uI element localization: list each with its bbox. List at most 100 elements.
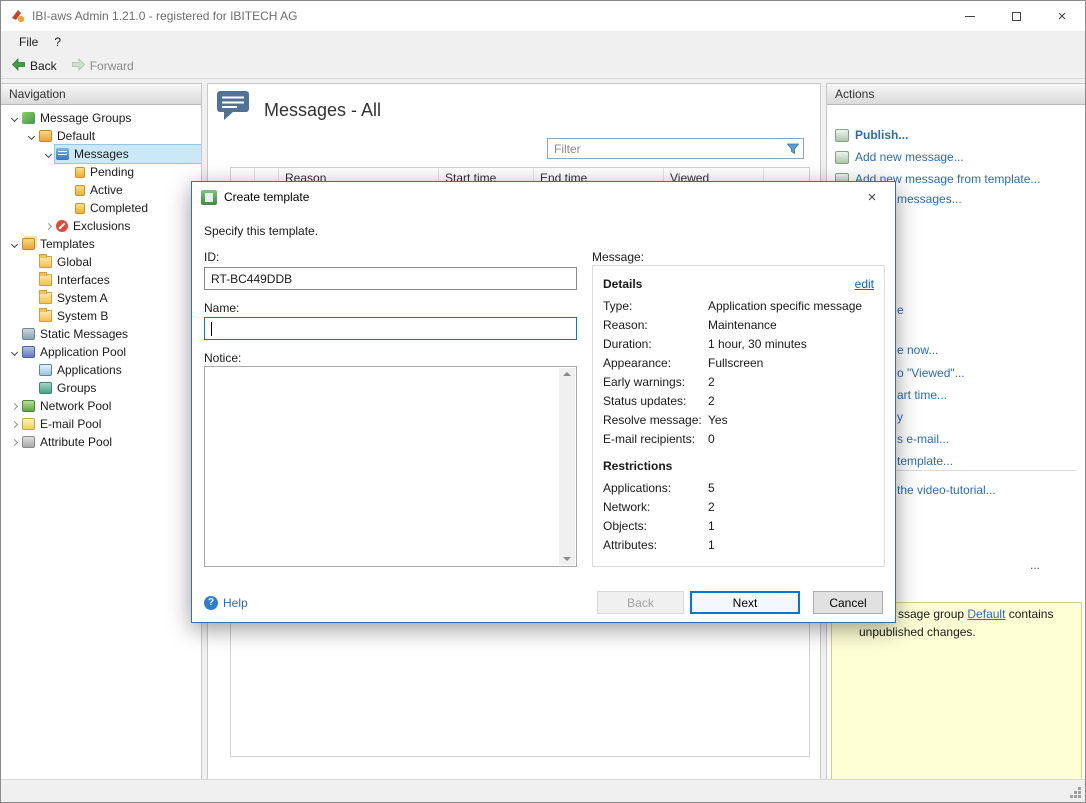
dialog-cancel-button[interactable]: Cancel: [813, 591, 883, 614]
expander-closed-icon[interactable]: [41, 224, 55, 229]
action-fragment-e-now[interactable]: e now...: [897, 343, 938, 357]
id-input[interactable]: RT-BC449DDB: [204, 267, 577, 290]
textarea-scrollbar[interactable]: [559, 368, 575, 565]
folder-icon: [39, 256, 52, 268]
tree-item-groups[interactable]: Groups: [1, 379, 201, 397]
text-caret: [211, 322, 212, 336]
default-group-link[interactable]: Default: [967, 607, 1005, 621]
window-controls: ×: [947, 1, 1085, 31]
menu-help[interactable]: ?: [46, 33, 69, 51]
detail-reason: Reason:Maintenance: [603, 315, 874, 334]
scroll-down-icon[interactable]: [563, 557, 571, 561]
action-fragment-s-e-mail[interactable]: s e-mail...: [897, 432, 949, 446]
expander-closed-icon[interactable]: [7, 404, 21, 409]
tree-item-e-mail-pool[interactable]: E-mail Pool: [1, 415, 201, 433]
tree-item-label: Groups: [57, 381, 96, 395]
dialog-body: Specify this template. ID: RT-BC449DDB N…: [192, 212, 895, 624]
detail-e-mail-recipients: E-mail recipients:0: [603, 429, 874, 448]
action-fragment-blank[interactable]: ...: [1030, 558, 1040, 572]
scroll-up-icon[interactable]: [563, 372, 571, 376]
maximize-button[interactable]: [993, 1, 1039, 31]
expander-closed-icon[interactable]: [7, 440, 21, 445]
dialog-title: Create template: [224, 190, 309, 204]
dialog-footer: Help Back Next Cancel: [204, 591, 883, 614]
tree-item-system-a[interactable]: System A: [1, 289, 201, 307]
action-fragment-the-video-tutorial[interactable]: the video-tutorial...: [897, 483, 996, 497]
action-fragment-messages[interactable]: messages...: [897, 192, 962, 206]
tree-item-network-pool[interactable]: Network Pool: [1, 397, 201, 415]
tree-item-messages[interactable]: Messages: [1, 145, 201, 163]
tree-item-system-b[interactable]: System B: [1, 307, 201, 325]
tree-item-active[interactable]: Active: [1, 181, 201, 199]
help-icon: [204, 596, 218, 610]
expander-closed-icon[interactable]: [7, 422, 21, 427]
action-fragment-y[interactable]: y: [897, 410, 903, 424]
exclusions-icon: [56, 220, 68, 232]
expander-open-icon[interactable]: [7, 242, 21, 247]
tree-item-interfaces[interactable]: Interfaces: [1, 271, 201, 289]
expander-open-icon[interactable]: [7, 350, 21, 355]
notice-textarea[interactable]: [204, 366, 577, 567]
action-add-new-message[interactable]: Add new message...: [835, 150, 964, 164]
tree-item-applications[interactable]: Applications: [1, 361, 201, 379]
detail-appearance: Appearance:Fullscreen: [603, 353, 874, 372]
message-label: Message:: [592, 250, 644, 264]
tree-item-completed[interactable]: Completed: [1, 199, 201, 217]
minimize-button[interactable]: [947, 1, 993, 31]
restriction-objects: Objects:1: [603, 516, 874, 535]
tree-item-application-pool[interactable]: Application Pool: [1, 343, 201, 361]
tree-item-pending[interactable]: Pending: [1, 163, 201, 181]
tree-item-exclusions[interactable]: Exclusions: [1, 217, 201, 235]
dialog-subtitle: Specify this template.: [204, 224, 318, 238]
action-fragment-art-time[interactable]: art time...: [897, 388, 947, 402]
network-pool-icon: [22, 400, 35, 412]
action-fragment-e[interactable]: e: [897, 303, 904, 317]
forward-button[interactable]: Forward: [67, 55, 144, 77]
help-link[interactable]: Help: [204, 596, 248, 610]
status-bar: [1, 779, 1085, 802]
tree-item-label: Global: [57, 255, 92, 269]
tree-item-message-groups[interactable]: Message Groups: [1, 109, 201, 127]
menu-file[interactable]: File: [11, 33, 46, 51]
back-button[interactable]: Back: [7, 55, 67, 77]
close-button[interactable]: ×: [1039, 1, 1085, 31]
menu-bar: File ?: [1, 31, 1085, 53]
window-title: IBI-aws Admin 1.21.0 - registered for IB…: [32, 9, 297, 23]
attribute-pool-icon: [22, 436, 35, 448]
dialog-close-button[interactable]: ×: [849, 182, 895, 212]
restriction-network: Network:2: [603, 497, 874, 516]
filter-input[interactable]: Filter: [547, 138, 804, 159]
template-icon: [201, 190, 217, 205]
resize-grip[interactable]: [1069, 786, 1081, 798]
back-arrow-icon: [11, 57, 26, 75]
tree-item-default[interactable]: Default: [1, 127, 201, 145]
tree-item-label: Applications: [57, 363, 122, 377]
tree-item-templates[interactable]: Templates: [1, 235, 201, 253]
maximize-icon: [1012, 12, 1021, 21]
action-fragment-template[interactable]: template...: [897, 454, 953, 468]
expander-open-icon[interactable]: [41, 152, 55, 157]
filter-funnel-icon[interactable]: [787, 143, 799, 155]
expander-open-icon[interactable]: [7, 116, 21, 121]
active-icon: [75, 185, 85, 196]
tree-item-label: System A: [57, 291, 108, 305]
filter-placeholder: Filter: [548, 142, 787, 156]
action-fragment-o-viewed[interactable]: o "Viewed"...: [897, 366, 965, 380]
detail-type: Type:Application specific message: [603, 296, 874, 315]
navigation-header: Navigation: [1, 84, 201, 105]
tree-item-global[interactable]: Global: [1, 253, 201, 271]
expander-open-icon[interactable]: [24, 134, 38, 139]
tree-item-label: Message Groups: [40, 111, 131, 125]
dialog-back-button[interactable]: Back: [597, 591, 684, 614]
tree-item-label: Active: [90, 183, 123, 197]
edit-link[interactable]: edit: [855, 277, 874, 291]
tree-item-static-messages[interactable]: Static Messages: [1, 325, 201, 343]
navigation-panel: Navigation Message Groups DefaultMessages…: [1, 83, 202, 781]
name-input[interactable]: [204, 317, 577, 340]
tree-item-attribute-pool[interactable]: Attribute Pool: [1, 433, 201, 451]
action-publish[interactable]: Publish...: [835, 128, 908, 142]
dialog-next-button[interactable]: Next: [690, 591, 800, 614]
notice-label: Notice:: [204, 351, 241, 365]
notice-text-line1: ssage group Default contains: [898, 607, 1053, 621]
tree-item-label: Network Pool: [40, 399, 111, 413]
